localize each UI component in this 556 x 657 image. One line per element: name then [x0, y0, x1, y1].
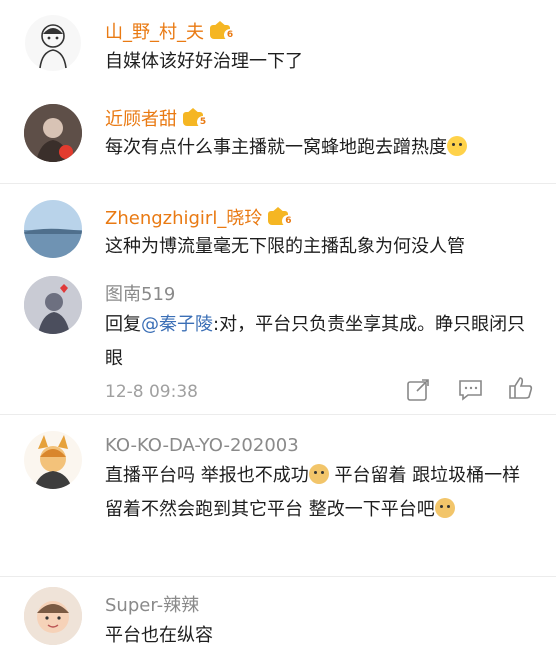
avatar[interactable] — [24, 431, 82, 489]
avatar[interactable] — [24, 14, 82, 72]
comment-icon[interactable] — [458, 378, 484, 402]
username[interactable]: 图南519 — [105, 280, 175, 306]
comment-item: 近顾者甜 5 每次有点什么事主播就一窝蜂地跑去蹭热度 — [0, 95, 556, 183]
share-icon[interactable] — [406, 378, 432, 402]
comment-text: 回复@秦子陵:对，平台只负责坐享其成。睁只眼闭只眼 — [105, 308, 534, 376]
username[interactable]: KO-KO-DA-YO-202003 — [105, 435, 299, 456]
comment-text: 每次有点什么事主播就一窝蜂地跑去蹭热度 — [105, 131, 534, 165]
mention-link[interactable]: @秦子陵 — [141, 314, 213, 335]
comment-text: 平台也在纵容 — [105, 625, 213, 646]
username-text[interactable]: 近顾者甜 — [105, 109, 177, 130]
doge-emoji-icon — [308, 464, 329, 484]
comment-text-part1: 直播平台吗 举报也不成功 — [105, 465, 309, 486]
username[interactable]: Super-辣辣 — [105, 591, 199, 617]
doge-emoji-icon — [434, 498, 455, 518]
comment-item: Super-辣辣 平台也在纵容 — [0, 577, 556, 657]
username-text[interactable]: Zhengzhigirl_晓玲 — [105, 208, 262, 229]
avatar[interactable] — [24, 276, 82, 334]
avatar-child-icon — [24, 587, 82, 645]
avatar-landscape-icon — [24, 200, 82, 258]
comment-item: Zhengzhigirl_晓玲 6 这种为博流量毫无下限的主播乱象为何没人管 — [0, 184, 556, 272]
avatar-figure-icon — [24, 276, 82, 334]
comment-text: 自媒体该好好治理一下了 — [105, 51, 303, 72]
avatar[interactable] — [24, 587, 82, 645]
vip-badge-icon: 6 — [268, 207, 295, 227]
vip-level: 5 — [197, 116, 209, 128]
vip-badge-icon: 5 — [183, 108, 209, 128]
timestamp: 12-8 09:38 — [105, 382, 198, 402]
avatar[interactable] — [24, 200, 82, 258]
avatar-anime-icon — [24, 431, 82, 489]
username[interactable]: 近顾者甜 5 — [105, 105, 209, 131]
crying-face-emoji-icon — [447, 136, 467, 156]
vip-badge-icon: 6 — [210, 21, 236, 41]
reply-prefix: 回复 — [105, 314, 141, 335]
username-text[interactable]: 山_野_村_夫 — [105, 22, 204, 43]
like-icon[interactable] — [508, 376, 534, 400]
username[interactable]: 山_野_村_夫 6 — [105, 18, 236, 44]
avatar-drawing-icon — [25, 15, 81, 71]
comment-item: 山_野_村_夫 6 自媒体该好好治理一下了 — [0, 0, 556, 95]
username[interactable]: Zhengzhigirl_晓玲 6 — [105, 204, 295, 230]
comment-text: 直播平台吗 举报也不成功 平台留着 跟垃圾桶一样留着不然会跑到其它平台 整改一下… — [105, 459, 534, 527]
vip-level: 6 — [224, 29, 236, 41]
vip-level: 6 — [282, 215, 295, 227]
comment-item: KO-KO-DA-YO-202003 直播平台吗 举报也不成功 平台留着 跟垃圾… — [0, 415, 556, 575]
comment-text-body: 每次有点什么事主播就一窝蜂地跑去蹭热度 — [105, 137, 447, 158]
avatar[interactable] — [24, 104, 82, 162]
avatar-photo-icon — [24, 104, 82, 162]
comment-item: 图南519 回复@秦子陵:对，平台只负责坐享其成。睁只眼闭只眼 12-8 09:… — [0, 272, 556, 412]
comment-text: 这种为博流量毫无下限的主播乱象为何没人管 — [105, 236, 465, 257]
